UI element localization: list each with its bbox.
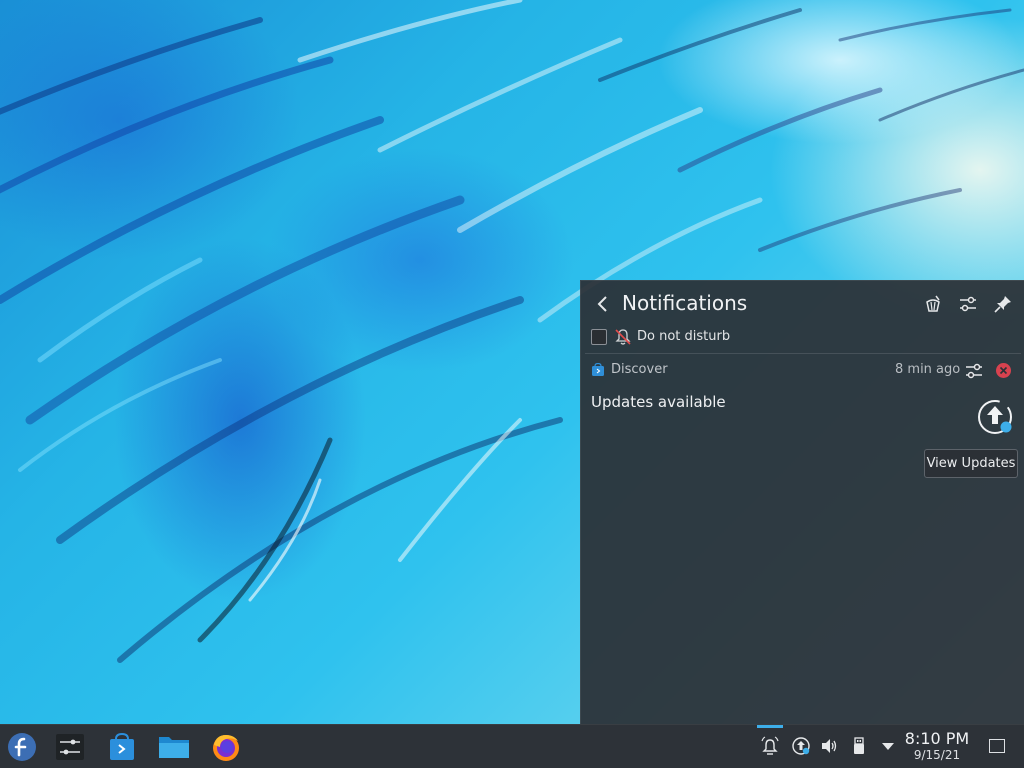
panel-header: Notifications bbox=[581, 281, 1024, 327]
system-update-icon bbox=[978, 400, 1012, 434]
separator bbox=[585, 353, 1021, 354]
notification-close-button[interactable] bbox=[996, 363, 1011, 378]
pin-button[interactable] bbox=[992, 293, 1014, 315]
volume-icon bbox=[822, 739, 837, 753]
bell-muted-icon bbox=[615, 329, 631, 345]
view-updates-button[interactable]: View Updates bbox=[924, 449, 1018, 478]
clock-time: 8:10 PM bbox=[904, 729, 970, 748]
tray-active-indicator bbox=[757, 725, 783, 728]
configure-button[interactable] bbox=[957, 293, 979, 315]
do-not-disturb-row: Do not disturb bbox=[581, 327, 1024, 355]
notification-summary: Updates available bbox=[591, 393, 726, 411]
usb-device-icon bbox=[854, 737, 864, 754]
file-manager-icon bbox=[159, 737, 189, 758]
expand-tray-button[interactable] bbox=[877, 735, 899, 757]
close-icon bbox=[999, 366, 1008, 375]
pin-icon bbox=[994, 296, 1011, 313]
do-not-disturb-checkbox[interactable] bbox=[591, 329, 607, 345]
clear-history-icon bbox=[926, 295, 940, 312]
configure-icon bbox=[966, 363, 982, 379]
updates-icon bbox=[792, 737, 810, 755]
firefox-icon bbox=[213, 735, 239, 761]
discover-button[interactable] bbox=[104, 729, 140, 765]
show-desktop-button[interactable] bbox=[989, 739, 1005, 753]
notification-time: 8 min ago bbox=[895, 362, 961, 377]
notification-app-name: Discover bbox=[611, 362, 668, 377]
fedora-launcher-button[interactable] bbox=[4, 729, 40, 765]
chevron-left-icon bbox=[597, 296, 607, 312]
system-settings-button[interactable] bbox=[52, 729, 88, 765]
back-button[interactable] bbox=[591, 293, 613, 315]
discover-icon bbox=[110, 732, 134, 760]
discover-app-icon bbox=[592, 363, 604, 376]
clock-date: 9/15/21 bbox=[913, 748, 961, 762]
fedora-launcher-icon bbox=[8, 733, 36, 761]
notifications-icon bbox=[761, 736, 779, 755]
taskbar: 8:10 PM 9/15/21 bbox=[0, 724, 1024, 768]
notifications-tray-button[interactable] bbox=[759, 735, 781, 757]
notifications-panel: Notifications Do not disturb Discover 8 … bbox=[580, 280, 1024, 724]
updates-tray-button[interactable] bbox=[790, 735, 812, 757]
clear-history-button[interactable] bbox=[922, 293, 944, 315]
notification-settings-button[interactable] bbox=[963, 360, 985, 382]
usb-device-tray-button[interactable] bbox=[848, 735, 870, 757]
system-settings-icon bbox=[56, 734, 84, 760]
do-not-disturb-label[interactable]: Do not disturb bbox=[637, 329, 730, 344]
configure-icon bbox=[960, 296, 976, 312]
panel-title: Notifications bbox=[622, 291, 748, 315]
volume-tray-button[interactable] bbox=[818, 735, 840, 757]
firefox-button[interactable] bbox=[208, 729, 244, 765]
digital-clock[interactable]: 8:10 PM 9/15/21 bbox=[900, 729, 974, 763]
file-manager-button[interactable] bbox=[155, 729, 193, 765]
chevron-down-icon bbox=[882, 743, 894, 750]
